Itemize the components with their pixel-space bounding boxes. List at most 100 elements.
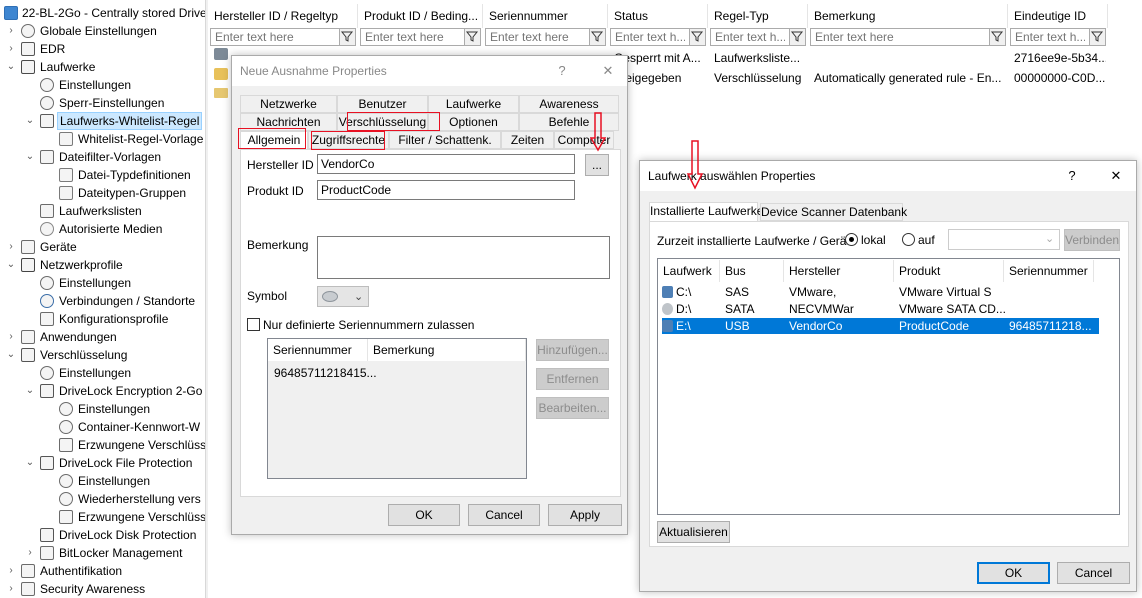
filter-text-input[interactable] <box>811 29 989 45</box>
filter-icon[interactable] <box>589 29 605 45</box>
drive-ok-button[interactable]: OK <box>977 562 1050 584</box>
close-button[interactable]: ✕ <box>594 56 622 86</box>
filter-icon[interactable] <box>1089 29 1105 45</box>
chevron-down-icon[interactable]: ⌄ <box>6 346 16 364</box>
filter-icon[interactable] <box>789 29 805 45</box>
tree-item[interactable]: Konfigurationsprofile <box>0 310 205 328</box>
tree-item[interactable]: Container-Kennwort-W <box>0 418 205 436</box>
drive-col-vendor[interactable]: Hersteller <box>784 260 894 282</box>
tree-item[interactable]: Datei-Typdefinitionen <box>0 166 205 184</box>
tree-item[interactable]: › BitLocker Management <box>0 544 205 562</box>
chevron-right-icon[interactable]: › <box>6 580 16 598</box>
grid-cell[interactable] <box>814 50 1006 66</box>
grid-cell[interactable]: Automatically generated rule - En... <box>814 70 1006 86</box>
chevron-right-icon[interactable]: › <box>6 40 16 58</box>
filter-text-input[interactable] <box>711 29 789 45</box>
chevron-right-icon[interactable]: › <box>25 544 35 562</box>
cancel-button[interactable]: Cancel <box>468 504 540 526</box>
filter-text-input[interactable] <box>611 29 689 45</box>
grid-column-header[interactable]: Produkt ID / Beding... <box>358 4 483 28</box>
apply-button[interactable]: Apply <box>548 504 622 526</box>
tree-item[interactable]: ⌄ Laufwerks-Whitelist-Regel <box>0 112 205 130</box>
chevron-down-icon[interactable]: ⌄ <box>25 148 35 166</box>
tree-item[interactable]: Einstellungen <box>0 364 205 382</box>
tree-item[interactable]: Einstellungen <box>0 400 205 418</box>
tree-item[interactable]: Einstellungen <box>0 472 205 490</box>
serial-col-remark[interactable]: Bemerkung <box>368 339 526 361</box>
ok-button[interactable]: OK <box>388 504 460 526</box>
grid-filter-input[interactable] <box>1010 28 1106 46</box>
grid-column-header[interactable]: Status <box>608 4 708 28</box>
chevron-down-icon[interactable]: ⌄ <box>25 382 35 400</box>
tree-item[interactable]: › EDR <box>0 40 205 58</box>
tree-item[interactable]: Wiederherstellung vers <box>0 490 205 508</box>
filter-icon[interactable] <box>464 29 480 45</box>
refresh-button[interactable]: Aktualisieren <box>657 521 730 543</box>
filter-icon[interactable] <box>689 29 705 45</box>
filter-text-input[interactable] <box>486 29 589 45</box>
tree-item[interactable]: Einstellungen <box>0 274 205 292</box>
grid-column-header[interactable]: Bemerkung <box>808 4 1008 28</box>
chevron-right-icon[interactable]: › <box>6 562 16 580</box>
chevron-right-icon[interactable]: › <box>6 22 16 40</box>
grid-column-header[interactable]: Regel-Typ <box>708 4 808 28</box>
vendor-id-field[interactable]: VendorCo <box>317 154 575 174</box>
chevron-right-icon[interactable]: › <box>6 238 16 256</box>
connect-button[interactable]: Verbinden <box>1064 229 1120 251</box>
tab-installed-drives[interactable]: Installierte Laufwerke <box>649 202 763 222</box>
grid-filter-input[interactable] <box>360 28 481 46</box>
grid-filter-input[interactable] <box>710 28 806 46</box>
tree-item[interactable]: ⌄ DriveLock Encryption 2-Go <box>0 382 205 400</box>
grid-filter-input[interactable] <box>810 28 1006 46</box>
grid-column-header[interactable]: Eindeutige ID <box>1008 4 1108 28</box>
serial-row[interactable]: 96485711218415... <box>274 365 474 381</box>
drive-col-bus[interactable]: Bus <box>720 260 784 282</box>
tab-users[interactable]: Benutzer <box>337 95 428 113</box>
tree-item[interactable]: Sperr-Einstellungen <box>0 94 205 112</box>
tree-item[interactable]: DriveLock Disk Protection <box>0 526 205 544</box>
remove-serial-button[interactable]: Entfernen <box>536 368 609 390</box>
chevron-down-icon[interactable]: ⌄ <box>6 58 16 76</box>
drive-row[interactable]: C:\ SAS VMware, VMware Virtual S <box>662 284 1099 300</box>
tab-filter-shadow[interactable]: Filter / Schattenk. <box>389 131 501 149</box>
tab-options[interactable]: Optionen <box>428 113 519 131</box>
tree-item[interactable]: ⌄ Dateifilter-Vorlagen <box>0 148 205 166</box>
tab-times[interactable]: Zeiten <box>501 131 554 149</box>
drive-col-serial[interactable]: Seriennummer <box>1004 260 1094 282</box>
chevron-down-icon[interactable]: ⌄ <box>25 454 35 472</box>
remark-field[interactable] <box>317 236 610 279</box>
drive-close-button[interactable]: ✕ <box>1102 161 1130 191</box>
filter-text-input[interactable] <box>1011 29 1089 45</box>
grid-filter-input[interactable] <box>210 28 356 46</box>
add-serial-button[interactable]: Hinzufügen... <box>536 339 609 361</box>
grid-cell[interactable]: 00000000-C0D... <box>1014 70 1106 86</box>
tree-item[interactable]: › Authentifikation <box>0 562 205 580</box>
tree-item[interactable]: Autorisierte Medien <box>0 220 205 238</box>
chevron-down-icon[interactable]: ⌄ <box>25 112 35 130</box>
drive-row[interactable]: E:\ USB VendorCo ProductCode 96485711218... <box>662 318 1099 334</box>
tree-item[interactable]: Whitelist-Regel-Vorlage <box>0 130 205 148</box>
filter-text-input[interactable] <box>361 29 464 45</box>
chevron-down-icon[interactable]: ⌄ <box>6 256 16 274</box>
tree-item[interactable]: Dateitypen-Gruppen <box>0 184 205 202</box>
tab-awareness[interactable]: Awareness <box>519 95 619 113</box>
serial-col-serial[interactable]: Seriennummer <box>268 339 368 361</box>
filter-text-input[interactable] <box>211 29 339 45</box>
tree-item[interactable]: › Anwendungen <box>0 328 205 346</box>
tree-item[interactable]: Erzwungene Verschlüss <box>0 436 205 454</box>
drive-cancel-button[interactable]: Cancel <box>1057 562 1130 584</box>
grid-column-header[interactable]: Hersteller ID / Regeltyp <box>208 4 358 28</box>
grid-cell[interactable]: Laufwerksliste... <box>714 50 806 66</box>
drive-row[interactable]: D:\ SATA NECVMWar VMware SATA CD... <box>662 301 1099 317</box>
radio-local[interactable] <box>845 233 858 246</box>
grid-filter-input[interactable] <box>485 28 606 46</box>
tree-item[interactable]: ⌄ DriveLock File Protection <box>0 454 205 472</box>
tree-item[interactable]: Verbindungen / Standorte <box>0 292 205 310</box>
filter-icon[interactable] <box>989 29 1005 45</box>
tree-item[interactable]: › Geräte <box>0 238 205 256</box>
computer-combo[interactable]: ⌄ <box>948 229 1060 250</box>
tab-device-scanner[interactable]: Device Scanner Datenbank <box>760 203 907 221</box>
serial-only-checkbox[interactable] <box>247 318 260 331</box>
help-button[interactable]: ? <box>548 56 576 86</box>
symbol-dropdown[interactable]: ⌄ <box>317 286 369 307</box>
